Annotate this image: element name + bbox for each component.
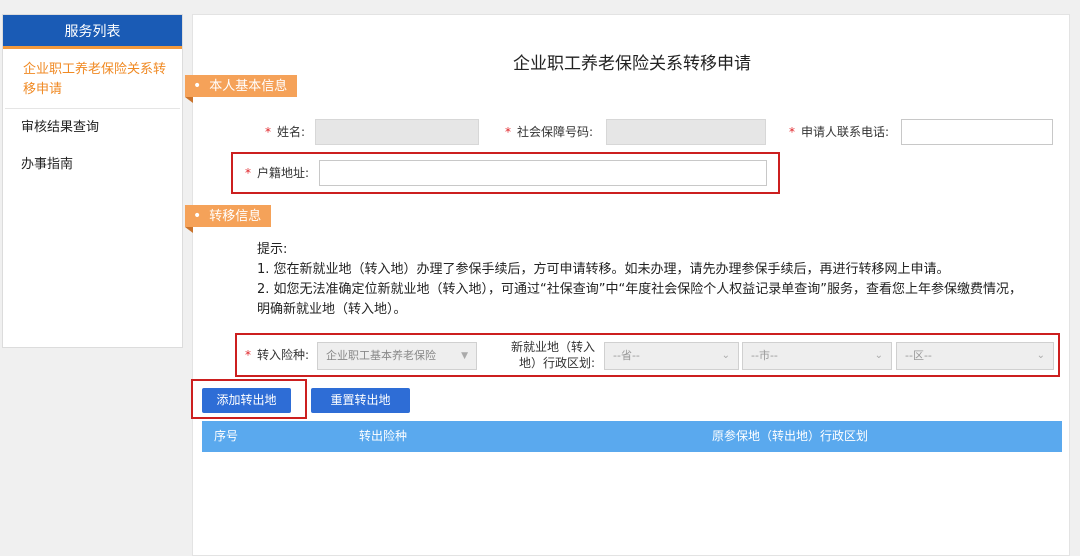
chevron-down-icon: ⌄ xyxy=(874,350,883,361)
section-personal-info-title: 本人基本信息 xyxy=(209,79,288,94)
tip-2: 2. 如您无法准确定位新就业地（转入地），可通过“社保查询”中“年度社会保险个人… xyxy=(257,282,1022,297)
add-transfer-out-button[interactable]: 添加转出地 xyxy=(202,388,291,413)
tip-1: 1. 您在新就业地（转入地）办理了参保手续后，方可申请转移。如未办理，请先办理参… xyxy=(257,262,950,277)
tips-title: 提示: xyxy=(257,242,288,257)
required-mark: * xyxy=(245,166,251,180)
ssn-label: * 社会保障号码: xyxy=(505,125,594,139)
insurance-type-label: * 转入险种: xyxy=(245,348,310,362)
chevron-down-icon: ⌄ xyxy=(1036,350,1045,361)
household-address-field[interactable] xyxy=(319,160,767,186)
chevron-down-icon: ⌄ xyxy=(721,350,730,361)
name-field[interactable] xyxy=(315,119,479,145)
required-mark: * xyxy=(265,125,271,139)
column-header-index: 序号 xyxy=(214,429,239,443)
sidebar-item-service-guide[interactable]: 办事指南 xyxy=(3,146,182,183)
sidebar-title: 服务列表 xyxy=(3,15,182,49)
dropdown-triangle-icon: ▼ xyxy=(461,351,468,361)
reset-transfer-out-button[interactable]: 重置转出地 xyxy=(311,388,410,413)
section-transfer-info-title: 转移信息 xyxy=(209,209,262,224)
service-sidebar: 服务列表 企业职工养老保险关系转移申请 审核结果查询 办事指南 xyxy=(2,14,183,348)
region-label: 新就业地（转入 地）行政区划: xyxy=(510,340,595,370)
required-mark: * xyxy=(245,348,251,362)
required-mark: * xyxy=(789,125,795,139)
phone-field[interactable] xyxy=(901,119,1053,145)
province-select[interactable]: --省-- ⌄ xyxy=(604,342,739,370)
sidebar-item-review-result-query[interactable]: 审核结果查询 xyxy=(3,109,182,146)
district-select[interactable]: --区-- ⌄ xyxy=(896,342,1054,370)
name-label: * 姓名: xyxy=(265,125,306,139)
column-header-insurance: 转出险种 xyxy=(359,429,408,443)
bullet-icon: • xyxy=(193,208,202,224)
section-personal-info: • 本人基本信息 xyxy=(185,75,298,103)
bullet-icon: • xyxy=(193,78,202,94)
tips-block: 提示: 1. 您在新就业地（转入地）办理了参保手续后，方可申请转移。如未办理，请… xyxy=(257,240,1022,320)
household-address-label: * 户籍地址: xyxy=(245,166,310,180)
sidebar-item-transfer-application[interactable]: 企业职工养老保险关系转移申请 xyxy=(5,49,180,109)
ssn-field[interactable] xyxy=(606,119,766,145)
insurance-type-select[interactable]: 企业职工基本养老保险 ▼ xyxy=(317,342,477,370)
transfer-out-table-header: 序号 转出险种 原参保地（转出地）行政区划 xyxy=(202,421,1062,452)
section-transfer-info: • 转移信息 xyxy=(185,205,272,233)
tip-2-cont: 明确新就业地（转入地）。 xyxy=(257,302,407,317)
main-panel: 企业职工养老保险关系转移申请 • 本人基本信息 * 姓名: * 社会保障号码: * 申请… xyxy=(185,14,1070,556)
city-select[interactable]: --市-- ⌄ xyxy=(742,342,892,370)
page-title: 企业职工养老保险关系转移申请 xyxy=(513,54,751,74)
required-mark: * xyxy=(505,125,511,139)
phone-label: * 申请人联系电话: xyxy=(789,125,890,139)
column-header-origin-region: 原参保地（转出地）行政区划 xyxy=(712,429,869,443)
